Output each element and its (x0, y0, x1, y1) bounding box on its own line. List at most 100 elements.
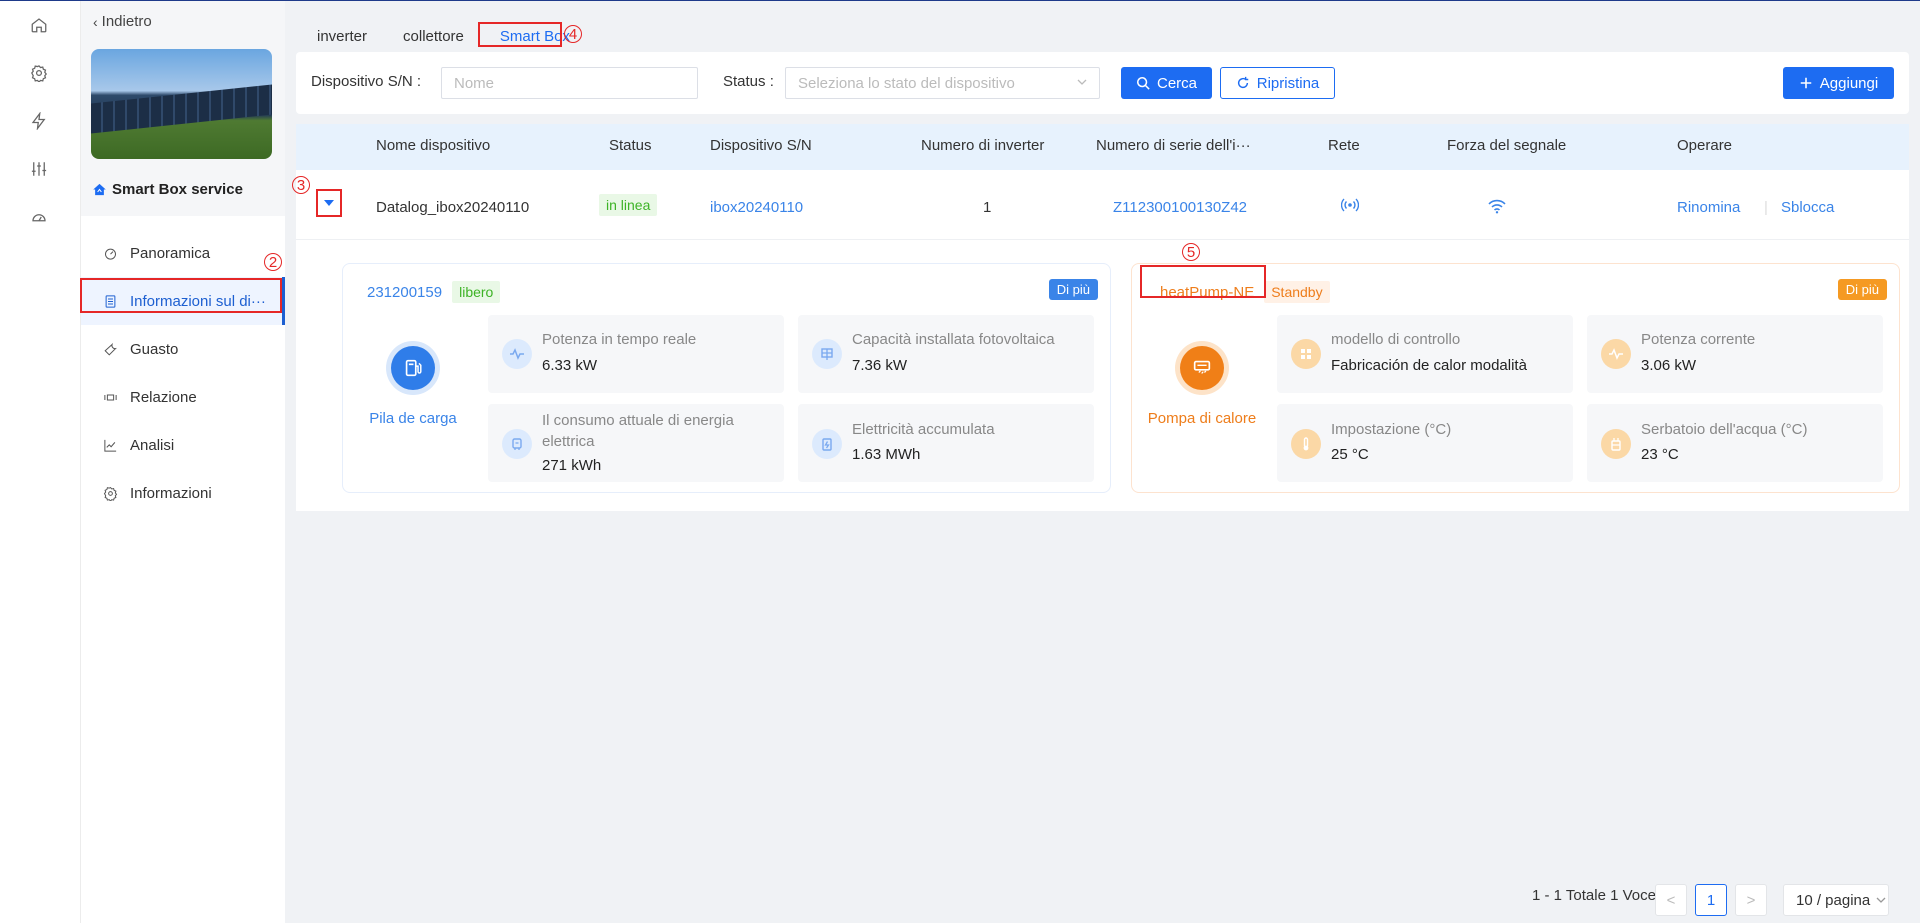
sidebar-item-guasto[interactable]: Guasto (81, 325, 285, 373)
rename-link[interactable]: Rinomina (1677, 199, 1740, 216)
metric-label: Elettricità accumulata (852, 421, 995, 438)
cell-inverter-count: 1 (983, 199, 992, 216)
expand-row-button[interactable] (318, 191, 340, 215)
bolt-icon[interactable] (27, 109, 51, 133)
icon-rail (0, 1, 81, 923)
tab-inverter[interactable]: inverter (311, 23, 373, 49)
secondary-sidebar: ‹ Indietro Smart Box service Panoramica … (80, 1, 285, 923)
status-filter-select[interactable]: Seleziona lo stato del dispositivo (785, 67, 1100, 99)
metric-value: Fabricación de calor modalità (1331, 357, 1527, 374)
col-header-status: Status (609, 137, 652, 154)
metric-label: Capacità installata fotovoltaica (852, 331, 1055, 348)
metric-value: 1.63 MWh (852, 446, 921, 463)
unlock-link[interactable]: Sblocca (1781, 199, 1834, 216)
reset-button-label: Ripristina (1256, 74, 1320, 92)
sidebar-item-panoramica[interactable]: Panoramica (81, 229, 285, 277)
annotation-marker-4: 4 (564, 25, 582, 43)
home-icon[interactable] (27, 13, 51, 37)
filter-bar: Dispositivo S/N : Status : Seleziona lo … (296, 52, 1909, 114)
main-content: inverter collettore Smart Box 4 Disposit… (285, 1, 1920, 923)
metric-accumulated-energy: Elettricità accumulata 1.63 MWh (798, 404, 1094, 482)
status-filter-label: Status : (723, 73, 774, 90)
card-title: 231200159 libero (367, 281, 501, 303)
page-1-button[interactable]: 1 (1695, 884, 1727, 916)
card-status-badge: libero (452, 281, 501, 303)
more-button[interactable]: Di più (1837, 279, 1887, 300)
pagination-summary: 1 - 1 Totale 1 Voce (1532, 887, 1656, 904)
sn-filter-input[interactable] (441, 67, 698, 99)
gauge-icon[interactable] (27, 205, 51, 229)
more-button[interactable]: Di più (1048, 279, 1098, 300)
gear-icon (103, 486, 118, 501)
search-icon (1136, 76, 1150, 90)
grid-icon (1291, 339, 1321, 369)
chevron-left-icon: ‹ (93, 13, 98, 30)
page-size-label: 10 / pagina (1796, 891, 1871, 909)
gear-icon[interactable] (27, 61, 51, 85)
metric-value: 7.36 kW (852, 357, 908, 374)
metric-setpoint: Impostazione (°C) 25 °C (1277, 404, 1573, 482)
col-header-inverter-sn: Numero di serie dell'i··· (1096, 137, 1251, 154)
chevron-down-icon (1077, 79, 1087, 85)
annotation-marker-2: 2 (264, 253, 282, 271)
reset-button[interactable]: Ripristina (1220, 67, 1335, 99)
sidebar-item-label: Relazione (130, 388, 197, 406)
sidebar-item-label: Analisi (130, 436, 175, 454)
thermometer-icon (1291, 429, 1321, 459)
site-panel: ‹ Indietro Smart Box service (81, 1, 285, 216)
sliders-icon[interactable] (27, 157, 51, 181)
next-page-button[interactable]: > (1735, 884, 1767, 916)
add-button-label: Aggiungi (1819, 74, 1879, 92)
sidebar-item-label: Informazioni sul di··· (130, 292, 266, 310)
cell-inverter-sn-link[interactable]: Z112300100130Z42 (1113, 199, 1247, 216)
line-chart-icon (104, 439, 117, 452)
water-tank-icon (1601, 429, 1631, 459)
card-device-name: Pila de carga (369, 410, 457, 427)
status-select-placeholder: Seleziona lo stato del dispositivo (798, 74, 1015, 92)
add-button[interactable]: Aggiungi (1783, 67, 1894, 99)
wrench-icon (104, 342, 117, 356)
metric-current-power: Potenza corrente 3.06 kW (1587, 315, 1883, 393)
wifi-signal-icon (1488, 199, 1506, 214)
col-header-inverter-count: Numero di inverter (921, 137, 1045, 154)
back-button[interactable]: ‹ Indietro (93, 13, 152, 30)
col-header-operate: Operare (1677, 137, 1733, 154)
plus-icon (1800, 77, 1812, 89)
solar-panel-icon (812, 339, 842, 369)
metric-label: Serbatoio dell'acqua (°C) (1641, 421, 1808, 438)
card-device-id-link[interactable]: heatPump-NE (1160, 284, 1254, 301)
heat-pump-icon (1180, 346, 1224, 390)
table-header: Nome dispositivo Status Dispositivo S/N … (296, 124, 1909, 170)
list-icon (105, 294, 116, 308)
col-header-name: Nome dispositivo (376, 137, 491, 154)
cell-device-sn-link[interactable]: ibox20240110 (710, 199, 803, 216)
house-solar-icon (93, 183, 106, 196)
site-name: Smart Box service (92, 181, 243, 198)
sidebar-item-label: Informazioni (130, 484, 212, 502)
network-antenna-icon (1341, 198, 1359, 212)
tab-collettore[interactable]: collettore (397, 23, 470, 49)
sidebar-item-device-info[interactable]: Informazioni sul di··· (81, 277, 285, 325)
back-label: Indietro (101, 13, 152, 30)
dashboard-icon (105, 248, 116, 260)
card-device-name: Pompa di calore (1147, 410, 1257, 427)
card-device-id-link[interactable]: 231200159 (367, 284, 442, 301)
refresh-icon (1237, 76, 1248, 89)
page-size-select[interactable]: 10 / pagina (1783, 884, 1889, 916)
caret-down-icon (324, 200, 334, 206)
metric-water-tank: Serbatoio dell'acqua (°C) 23 °C (1587, 404, 1883, 482)
search-button[interactable]: Cerca (1121, 67, 1212, 99)
chevron-down-icon (1876, 897, 1886, 903)
sidebar-item-relazione[interactable]: Relazione (81, 373, 285, 421)
prev-page-button[interactable]: < (1655, 884, 1687, 916)
battery-bolt-icon (812, 429, 842, 459)
operate-divider: | (1764, 199, 1768, 216)
sidebar-item-informazioni[interactable]: Informazioni (81, 469, 285, 517)
sidebar-item-analisi[interactable]: Analisi (81, 421, 285, 469)
metric-label: modello di controllo (1331, 331, 1461, 348)
sidebar-nav: Panoramica Informazioni sul di··· Guasto… (81, 229, 285, 517)
card-title: heatPump-NE Standby (1160, 281, 1330, 303)
metric-control-mode: modello di controllo Fabricación de calo… (1277, 315, 1573, 393)
pulse-icon (502, 339, 532, 369)
metric-realtime-power: Potenza in tempo reale 6.33 kW (488, 315, 784, 393)
